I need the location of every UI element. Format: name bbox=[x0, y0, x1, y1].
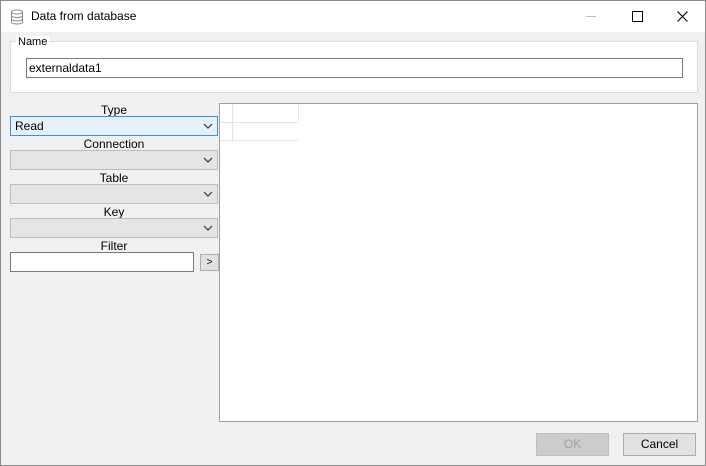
grid-line bbox=[232, 104, 233, 140]
chevron-down-icon bbox=[203, 157, 213, 163]
chevron-down-icon bbox=[203, 191, 213, 197]
close-icon bbox=[676, 11, 688, 22]
title-bar: Data from database bbox=[1, 1, 705, 32]
connection-label: Connection bbox=[83, 137, 145, 151]
filter-label: Filter bbox=[100, 239, 128, 253]
minimize-icon bbox=[586, 16, 596, 17]
ok-button[interactable]: OK bbox=[536, 433, 609, 456]
cancel-button[interactable]: Cancel bbox=[623, 433, 696, 456]
filter-input[interactable] bbox=[10, 252, 194, 272]
close-button[interactable] bbox=[659, 1, 705, 32]
name-group: Name externaldata1 bbox=[10, 36, 698, 93]
grid-line bbox=[220, 140, 298, 141]
type-select-value: Read bbox=[15, 119, 44, 133]
database-icon bbox=[11, 9, 23, 25]
name-input[interactable]: externaldata1 bbox=[26, 58, 683, 78]
data-grid[interactable] bbox=[219, 103, 698, 422]
table-label: Table bbox=[99, 171, 129, 185]
type-select[interactable]: Read bbox=[10, 116, 218, 136]
window-title: Data from database bbox=[31, 9, 137, 23]
key-label: Key bbox=[103, 205, 125, 219]
dialog-window: Data from database Name externaldata1 Ty… bbox=[0, 0, 706, 466]
name-legend: Name bbox=[16, 36, 50, 48]
type-label: Type bbox=[100, 103, 127, 117]
chevron-down-icon bbox=[203, 123, 213, 129]
maximize-icon bbox=[631, 11, 643, 22]
chevron-down-icon bbox=[203, 225, 213, 231]
grid-line bbox=[298, 104, 299, 122]
table-select[interactable] bbox=[10, 184, 218, 204]
key-select[interactable] bbox=[10, 218, 218, 238]
filter-apply-button[interactable]: > bbox=[200, 254, 219, 271]
minimize-button[interactable] bbox=[568, 1, 614, 32]
maximize-button[interactable] bbox=[614, 1, 660, 32]
connection-select[interactable] bbox=[10, 150, 218, 170]
